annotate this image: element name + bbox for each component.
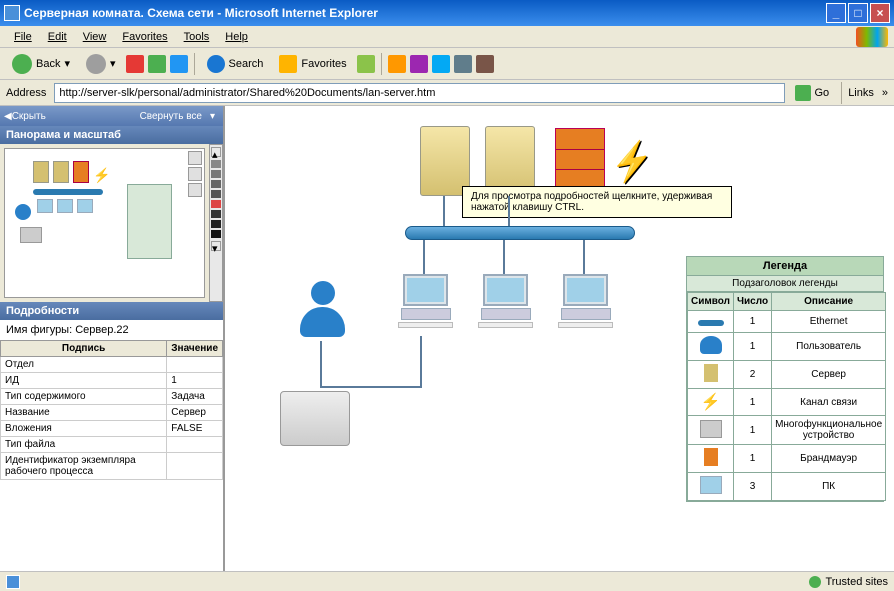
- user-icon: [700, 336, 722, 354]
- forward-button[interactable]: ▾: [80, 52, 122, 76]
- collapse-all-link[interactable]: Свернуть все: [136, 111, 206, 122]
- print-button[interactable]: [410, 55, 428, 73]
- go-icon: [795, 85, 811, 101]
- firewall-shape[interactable]: [555, 128, 605, 193]
- col-label[interactable]: Подпись: [1, 341, 167, 357]
- panel-header: ◀ Скрыть Свернуть все ▾: [0, 106, 223, 126]
- details-table: ПодписьЗначение Отдел ИД1 Тип содержимог…: [0, 340, 223, 480]
- thumbnail-view[interactable]: ⚡: [4, 148, 205, 298]
- go-button[interactable]: Go: [789, 83, 836, 103]
- home-button[interactable]: [170, 55, 188, 73]
- firewall-icon: [704, 448, 718, 466]
- table-row: Идентификатор экземпляра рабочего процес…: [1, 453, 223, 480]
- stop-button[interactable]: [126, 55, 144, 73]
- toolbar: Back▾ ▾ Search Favorites: [0, 48, 894, 80]
- refresh-button[interactable]: [148, 55, 166, 73]
- bolt-icon: ⚡: [701, 394, 721, 411]
- pc-icon: [700, 476, 722, 494]
- color-scroller[interactable]: ▴ ▾: [209, 144, 223, 302]
- left-panel: ◀ Скрыть Свернуть все ▾ Панорама и масшт…: [0, 106, 225, 571]
- ethernet-icon: [698, 320, 724, 326]
- table-row: Отдел: [1, 357, 223, 373]
- trusted-icon: [809, 576, 821, 588]
- zoom-in-icon[interactable]: [188, 151, 202, 165]
- server-icon: [704, 364, 718, 382]
- table-row: ВложенияFALSE: [1, 421, 223, 437]
- favorites-button[interactable]: Favorites: [273, 53, 352, 75]
- pc-shape[interactable]: [553, 274, 618, 334]
- menu-edit[interactable]: Edit: [40, 29, 75, 45]
- pc-shape[interactable]: [473, 274, 538, 334]
- legend-box: Легенда Подзаголовок легенды СимволЧисло…: [686, 256, 884, 502]
- address-input[interactable]: [54, 83, 784, 103]
- legend-row: 3ПК: [688, 473, 886, 501]
- legend-row: 1Многофункциональное устройство: [688, 416, 886, 445]
- history-button[interactable]: [357, 55, 375, 73]
- search-button[interactable]: Search: [201, 53, 270, 75]
- star-icon: [279, 55, 297, 73]
- maximize-button[interactable]: □: [848, 3, 868, 23]
- minimize-button[interactable]: _: [826, 3, 846, 23]
- shape-name-row: Имя фигуры: Сервер.22: [0, 320, 223, 340]
- address-label: Address: [6, 87, 46, 99]
- mail-button[interactable]: [388, 55, 406, 73]
- bolt-icon[interactable]: ⚡: [607, 137, 658, 186]
- window-title: Серверная комната. Схема сети - Microsof…: [24, 6, 378, 20]
- ethernet-pipe[interactable]: [405, 226, 635, 240]
- research-button[interactable]: [476, 55, 494, 73]
- hide-link[interactable]: Скрыть: [12, 111, 46, 122]
- details-header[interactable]: Подробности: [0, 302, 223, 320]
- legend-title: Легенда: [687, 257, 883, 276]
- menu-tools[interactable]: Tools: [176, 29, 218, 45]
- back-icon: [12, 54, 32, 74]
- back-button[interactable]: Back▾: [6, 52, 76, 76]
- table-row: НазваниеСервер: [1, 405, 223, 421]
- diagram-canvas[interactable]: ⚡ Для просмотра подробностей щелкните, у…: [225, 106, 894, 571]
- menu-view[interactable]: View: [75, 29, 115, 45]
- tooltip: Для просмотра подробностей щелкните, уде…: [462, 186, 732, 218]
- printer-shape[interactable]: [280, 391, 350, 446]
- windows-logo-icon: [856, 27, 888, 47]
- title-bar: Серверная комната. Схема сети - Microsof…: [0, 0, 894, 26]
- menu-favorites[interactable]: Favorites: [114, 29, 175, 45]
- menu-icon[interactable]: ▾: [206, 111, 219, 122]
- dropdown-icon: ▾: [64, 57, 70, 70]
- legend-row: 2Сервер: [688, 361, 886, 389]
- forward-icon: [86, 54, 106, 74]
- discuss-button[interactable]: [454, 55, 472, 73]
- legend-row: ⚡1Канал связи: [688, 389, 886, 416]
- dropdown-icon: ▾: [110, 57, 116, 70]
- close-button[interactable]: ×: [870, 3, 890, 23]
- menu-help[interactable]: Help: [217, 29, 256, 45]
- ie-small-icon: [6, 575, 20, 589]
- legend-row: 1Пользователь: [688, 333, 886, 361]
- printer-icon: [700, 420, 722, 438]
- table-row: Тип содержимогоЗадача: [1, 389, 223, 405]
- fit-icon[interactable]: [188, 183, 202, 197]
- ie-icon: [4, 5, 20, 21]
- search-icon: [207, 55, 225, 73]
- chevron-icon[interactable]: »: [882, 87, 888, 99]
- links-label[interactable]: Links: [848, 87, 874, 99]
- table-row: Тип файла: [1, 437, 223, 453]
- user-shape[interactable]: [295, 281, 350, 341]
- legend-row: 1Брандмауэр: [688, 445, 886, 473]
- table-row: ИД1: [1, 373, 223, 389]
- zoom-out-icon[interactable]: [188, 167, 202, 181]
- col-value[interactable]: Значение: [167, 341, 223, 357]
- menu-bar: File Edit View Favorites Tools Help: [0, 26, 894, 48]
- panorama-header[interactable]: Панорама и масштаб: [0, 126, 223, 144]
- collapse-icon[interactable]: ◀: [4, 111, 12, 122]
- edit-button[interactable]: [432, 55, 450, 73]
- status-bar: Trusted sites: [0, 571, 894, 591]
- legend-row: 1Ethernet: [688, 311, 886, 333]
- security-zone: Trusted sites: [825, 576, 888, 588]
- address-bar: Address Go Links »: [0, 80, 894, 106]
- menu-file[interactable]: File: [6, 29, 40, 45]
- pc-shape[interactable]: [393, 274, 458, 334]
- legend-subtitle: Подзаголовок легенды: [687, 276, 883, 292]
